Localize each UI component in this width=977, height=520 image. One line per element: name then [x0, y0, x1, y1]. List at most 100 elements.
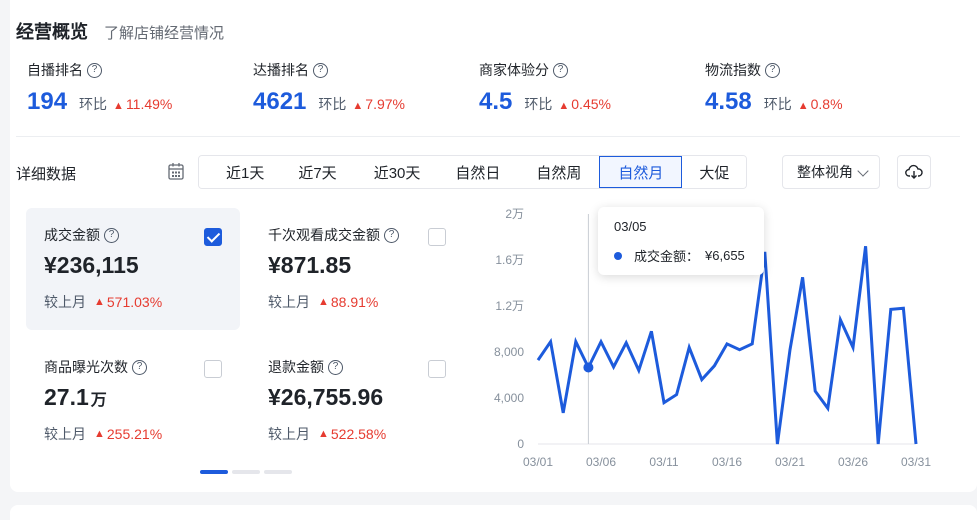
help-icon[interactable]: ? — [384, 227, 399, 243]
metric-value: 194 — [27, 88, 68, 115]
tab-1-day[interactable]: 近1天 — [199, 156, 279, 188]
card-pager — [200, 470, 292, 474]
metric-merchant-score: 商家体验分? 4.5 环比 ▲ 0.45% — [479, 60, 611, 116]
stat-value: ¥236,115 — [44, 252, 139, 278]
stat-value: ¥26,755.96 — [268, 384, 384, 410]
metric-self-live-rank: 自播排名? 194 环比 ▲ 11.49% — [27, 60, 172, 116]
stat-change: 522.58% — [330, 426, 387, 442]
x-tick-label: 03/31 — [901, 455, 931, 469]
arrow-up-icon: ▲ — [318, 428, 329, 440]
x-tick-label: 03/11 — [649, 455, 678, 469]
stat-compare-label: 较上月 — [44, 294, 86, 310]
stat-checkbox[interactable] — [204, 228, 222, 246]
arrow-up-icon: ▲ — [797, 100, 809, 112]
arrow-up-icon: ▲ — [558, 100, 570, 112]
divider — [16, 136, 960, 137]
help-icon[interactable]: ? — [328, 359, 343, 375]
metric-compare-label: 环比 — [524, 96, 553, 112]
stat-change: 571.03% — [106, 294, 163, 310]
page-subtitle: 了解店铺经营情况 — [104, 25, 225, 42]
y-tick-label: 1.2万 — [495, 299, 524, 313]
stat-checkbox[interactable] — [428, 228, 446, 246]
y-tick-label: 1.6万 — [495, 253, 524, 267]
help-icon[interactable]: ? — [765, 62, 780, 78]
metric-compare-label: 环比 — [79, 96, 108, 112]
metric-label: 自播排名 — [27, 62, 83, 78]
pager-dot[interactable] — [232, 470, 260, 474]
tab-promotion[interactable]: 大促 — [682, 156, 747, 188]
view-select[interactable]: 整体视角 — [782, 155, 880, 189]
stat-label: 成交金额 — [44, 227, 100, 243]
period-tabs: 近1天 近7天 近30天 自然日 自然周 自然月 大促 — [198, 155, 748, 189]
metric-change: 7.97% — [365, 96, 405, 112]
stat-change: 255.21% — [106, 426, 163, 442]
stat-label: 千次观看成交金额 — [268, 227, 380, 243]
stat-compare-label: 较上月 — [268, 294, 310, 310]
arrow-up-icon: ▲ — [318, 296, 329, 308]
detail-title: 详细数据 — [16, 166, 77, 183]
help-icon[interactable]: ? — [553, 62, 568, 78]
metric-change: 0.45% — [571, 96, 611, 112]
metric-compare-label: 环比 — [763, 96, 792, 112]
metric-influencer-rank: 达播排名? 4621 环比 ▲ 7.97% — [253, 60, 405, 116]
y-tick-label: 0 — [517, 437, 524, 451]
x-tick-label: 03/06 — [586, 455, 616, 469]
y-tick-label: 2万 — [505, 207, 524, 221]
highlight-point — [583, 362, 594, 373]
stat-compare-label: 较上月 — [44, 426, 86, 442]
chart-tooltip: 03/05 成交金额： ¥6,655 — [598, 207, 764, 275]
tooltip-value: ¥6,655 — [705, 248, 745, 263]
metric-change: 0.8% — [810, 96, 843, 112]
metric-compare-label: 环比 — [318, 96, 347, 112]
stat-compare-label: 较上月 — [268, 426, 310, 442]
stat-unit: 万 — [90, 392, 107, 409]
tab-natural-month[interactable]: 自然月 — [599, 156, 683, 188]
tab-natural-day[interactable]: 自然日 — [437, 156, 519, 188]
stat-card-refund[interactable]: 退款金额? ¥26,755.96 较上月 ▲ 522.58% — [250, 340, 464, 462]
stat-change: 88.91% — [330, 294, 379, 310]
pager-dot[interactable] — [200, 470, 228, 474]
arrow-up-icon: ▲ — [94, 428, 105, 440]
arrow-up-icon: ▲ — [94, 296, 105, 308]
pager-dot[interactable] — [264, 470, 292, 474]
x-tick-label: 03/01 — [523, 455, 553, 469]
cloud-download-icon — [905, 164, 923, 179]
calendar-icon[interactable] — [168, 162, 184, 180]
x-tick-label: 03/16 — [712, 455, 742, 469]
stat-checkbox[interactable] — [204, 360, 222, 378]
metric-value: 4621 — [253, 88, 307, 115]
view-select-value: 整体视角 — [797, 164, 853, 180]
help-icon[interactable]: ? — [104, 227, 119, 243]
header: 经营概览 了解店铺经营情况 — [16, 18, 224, 44]
metric-value: 4.5 — [479, 88, 513, 115]
stat-value: 27.1 — [44, 384, 89, 410]
y-tick-label: 8,000 — [494, 345, 524, 359]
chevron-down-icon — [857, 165, 869, 177]
metric-label: 达播排名 — [253, 62, 309, 78]
series-dot-icon — [614, 251, 622, 260]
tab-7-days[interactable]: 近7天 — [278, 156, 357, 188]
tab-natural-week[interactable]: 自然周 — [518, 156, 600, 188]
series-line — [536, 246, 918, 445]
stat-checkbox[interactable] — [428, 360, 446, 378]
stat-card-gpm[interactable]: 千次观看成交金额? ¥871.85 较上月 ▲ 88.91% — [250, 208, 464, 330]
metric-label: 商家体验分 — [479, 62, 549, 78]
stat-card-gmv[interactable]: 成交金额? ¥236,115 较上月 ▲ 571.03% — [26, 208, 240, 330]
arrow-up-icon: ▲ — [113, 100, 124, 112]
tooltip-series: 成交金额： — [634, 249, 700, 264]
next-card-edge — [10, 505, 977, 520]
help-icon[interactable]: ? — [87, 62, 102, 78]
help-icon[interactable]: ? — [132, 359, 147, 375]
stat-label: 退款金额 — [268, 359, 324, 375]
x-tick-label: 03/26 — [838, 455, 868, 469]
help-icon[interactable]: ? — [313, 62, 328, 78]
tooltip-date: 03/05 — [614, 219, 647, 234]
metric-logistics-index: 物流指数? 4.58 环比 ▲ 0.8% — [705, 60, 843, 116]
page-title: 经营概览 — [16, 22, 88, 42]
stat-card-exposure[interactable]: 商品曝光次数? 27.1 万 较上月 ▲ 255.21% — [26, 340, 240, 462]
x-tick-label: 03/21 — [775, 455, 805, 469]
stat-label: 商品曝光次数 — [44, 359, 128, 375]
tab-30-days[interactable]: 近30天 — [356, 156, 438, 188]
download-button[interactable] — [897, 155, 931, 189]
arrow-up-icon: ▲ — [352, 100, 364, 112]
